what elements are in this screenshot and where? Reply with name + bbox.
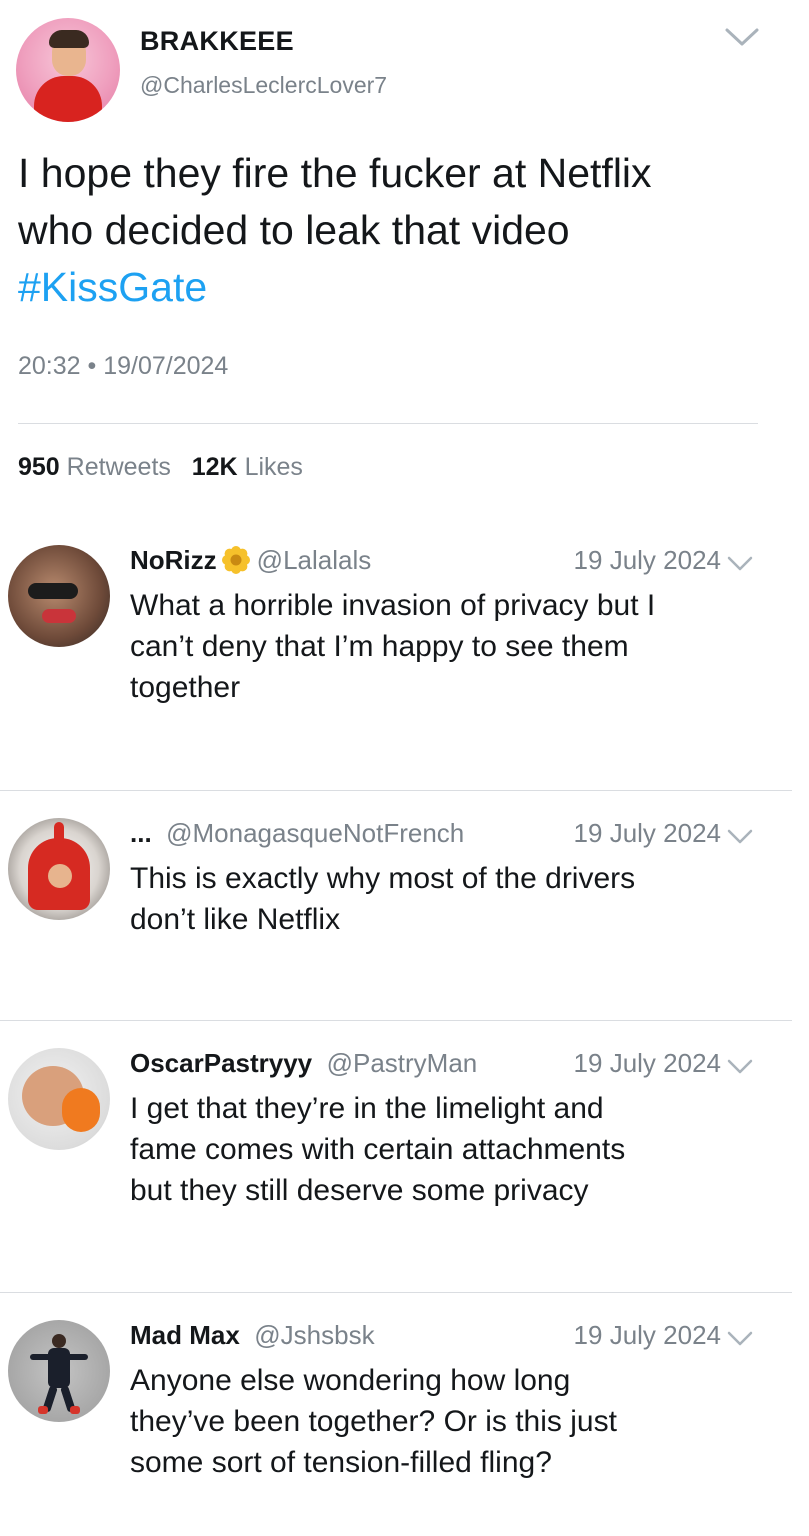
reply-display-name[interactable]: Mad Max	[130, 1320, 240, 1350]
reply-text: Anyone else wondering how long they’ve b…	[130, 1360, 770, 1483]
main-tweet: BRAKKEEE @CharlesLeclercLover7 I hope th…	[0, 0, 809, 500]
reply-display-name[interactable]: OscarPastryyy	[130, 1048, 312, 1078]
reply-item[interactable]: NoRizz @Lalalals 19 July 2024 What a hor…	[0, 545, 809, 745]
reply-display-name[interactable]: ...	[130, 818, 152, 848]
likes-label[interactable]: Likes	[245, 453, 303, 481]
reply-text: This is exactly why most of the drivers …	[130, 858, 770, 940]
reply-avatar[interactable]	[8, 1320, 110, 1422]
tweet-text: I hope they fire the fucker at Netflix w…	[18, 145, 788, 316]
reply-text-line: can’t deny that I’m happy to see them	[130, 630, 629, 663]
reply-text-line: they’ve been together? Or is this just	[130, 1405, 617, 1438]
reply-item[interactable]: ... @MonagasqueNotFrench 19 July 2024 Th…	[0, 818, 809, 998]
reply-avatar[interactable]	[8, 545, 110, 647]
reply-handle[interactable]: @PastryMan	[327, 1048, 478, 1078]
tweet-text-line: who decided to leak that video	[18, 207, 570, 253]
reply-handle[interactable]: @MonagasqueNotFrench	[166, 818, 464, 848]
reply-text-line: some sort of tension-filled fling?	[130, 1446, 552, 1479]
reply-text-line: don’t like Netflix	[130, 903, 341, 936]
hashtag-link[interactable]: #KissGate	[18, 259, 788, 316]
reply-text: What a horrible invasion of privacy but …	[130, 585, 770, 708]
reply-display-name[interactable]: NoRizz	[130, 545, 217, 575]
chevron-down-icon[interactable]	[727, 828, 753, 846]
divider	[0, 790, 792, 791]
reply-text-line: Anyone else wondering how long	[130, 1364, 571, 1397]
tweet-text-line: I hope they fire the fucker at Netflix	[18, 150, 652, 196]
reply-date: 19 July 2024	[573, 545, 721, 575]
reply-text: I get that they’re in the limelight and …	[130, 1088, 770, 1211]
reply-date: 19 July 2024	[573, 1320, 721, 1350]
chevron-down-icon[interactable]	[724, 26, 760, 48]
retweets-count[interactable]: 950	[18, 453, 60, 481]
reply-avatar[interactable]	[8, 818, 110, 920]
reply-text-line: fame comes with certain attachments	[130, 1133, 626, 1166]
reply-text-line: I get that they’re in the limelight and	[130, 1092, 604, 1125]
reply-item[interactable]: Mad Max @Jshsbsk 19 July 2024 Anyone els…	[0, 1320, 809, 1520]
likes-count[interactable]: 12K	[192, 453, 238, 481]
chevron-down-icon[interactable]	[727, 1330, 753, 1348]
reply-text-line: together	[130, 671, 241, 704]
divider	[0, 1020, 792, 1021]
divider	[18, 423, 758, 424]
reply-avatar[interactable]	[8, 1048, 110, 1150]
chevron-down-icon[interactable]	[727, 555, 753, 573]
tweet-stats: 950 Retweets 12K Likes	[18, 453, 303, 482]
author-handle[interactable]: @CharlesLeclercLover7	[140, 72, 387, 99]
author-display-name[interactable]: BRAKKEEE	[140, 26, 294, 57]
divider	[0, 1292, 792, 1293]
reply-handle[interactable]: @Jshsbsk	[254, 1320, 374, 1350]
reply-text-line: but they still deserve some privacy	[130, 1174, 589, 1207]
reply-date: 19 July 2024	[573, 1048, 721, 1078]
chevron-down-icon[interactable]	[727, 1058, 753, 1076]
reply-text-line: What a horrible invasion of privacy but …	[130, 589, 656, 622]
reply-text-line: This is exactly why most of the drivers	[130, 862, 636, 895]
reply-handle[interactable]: @Lalalals	[257, 545, 372, 575]
reply-date: 19 July 2024	[573, 818, 721, 848]
flower-emoji-icon	[221, 546, 250, 574]
tweet-timestamp: 20:32 • 19/07/2024	[18, 352, 229, 380]
reply-item[interactable]: OscarPastryyy @PastryMan 19 July 2024 I …	[0, 1048, 809, 1248]
author-avatar[interactable]	[16, 18, 120, 122]
retweets-label[interactable]: Retweets	[67, 453, 171, 481]
